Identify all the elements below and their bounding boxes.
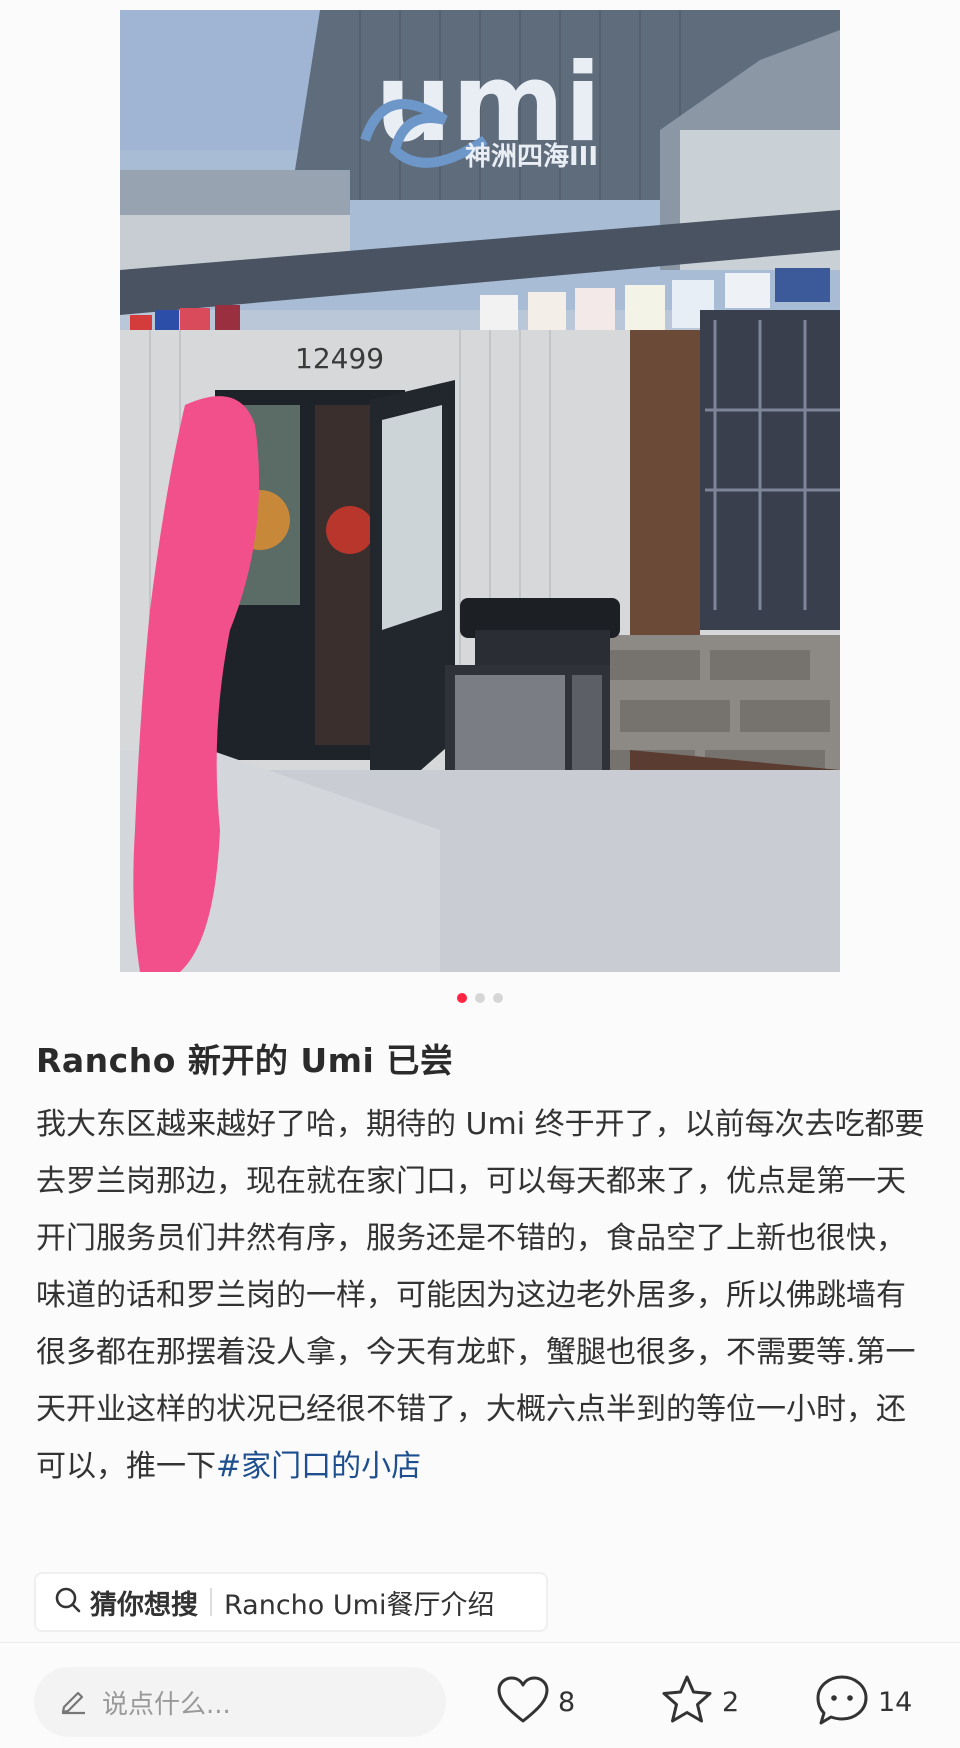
favorite-count: 2 <box>722 1686 740 1718</box>
hashtag-link[interactable]: #家门口的小店 <box>216 1449 421 1484</box>
search-icon <box>54 1586 82 1618</box>
suggest-query[interactable]: Rancho Umi餐厅介绍 <box>224 1583 494 1622</box>
post-photo[interactable]: umi 神洲四海III 12499 <box>120 10 840 972</box>
comment-bubble-icon <box>814 1673 870 1731</box>
comment-input[interactable]: 说点什么... <box>34 1667 446 1737</box>
comment-count: 14 <box>878 1686 913 1718</box>
carousel-dot-active[interactable] <box>457 993 467 1003</box>
pencil-icon <box>58 1685 88 1719</box>
heart-icon <box>496 1675 550 1729</box>
suggested-search[interactable]: 猜你想搜 Rancho Umi餐厅介绍 <box>34 1572 548 1632</box>
post-body: 我大东区越来越好了哈，期待的 Umi 终于开了，以前每次去吃都要去罗兰岗那边，现… <box>36 1096 926 1495</box>
svg-text:12499: 12499 <box>295 342 384 375</box>
suggest-divider <box>210 1588 212 1616</box>
like-button[interactable]: 8 <box>496 1674 575 1730</box>
carousel-dot[interactable] <box>475 993 485 1003</box>
comment-placeholder: 说点什么... <box>102 1689 231 1720</box>
carousel-indicator <box>0 993 960 1003</box>
bottom-bar-divider <box>0 1642 960 1643</box>
like-count: 8 <box>558 1686 576 1718</box>
svg-text:神洲四海III: 神洲四海III <box>465 142 598 172</box>
suggest-label: 猜你想搜 <box>90 1589 198 1621</box>
comments-button[interactable]: 14 <box>814 1674 912 1730</box>
favorite-button[interactable]: 2 <box>660 1674 739 1730</box>
post-body-text: 我大东区越来越好了哈，期待的 Umi 终于开了，以前每次去吃都要去罗兰岗那边，现… <box>36 1107 925 1484</box>
storefront-photo: umi 神洲四海III 12499 <box>120 10 840 972</box>
star-icon <box>660 1674 714 1730</box>
post-title: Rancho 新开的 Umi 已尝 <box>36 1041 454 1080</box>
carousel-dot[interactable] <box>493 993 503 1003</box>
